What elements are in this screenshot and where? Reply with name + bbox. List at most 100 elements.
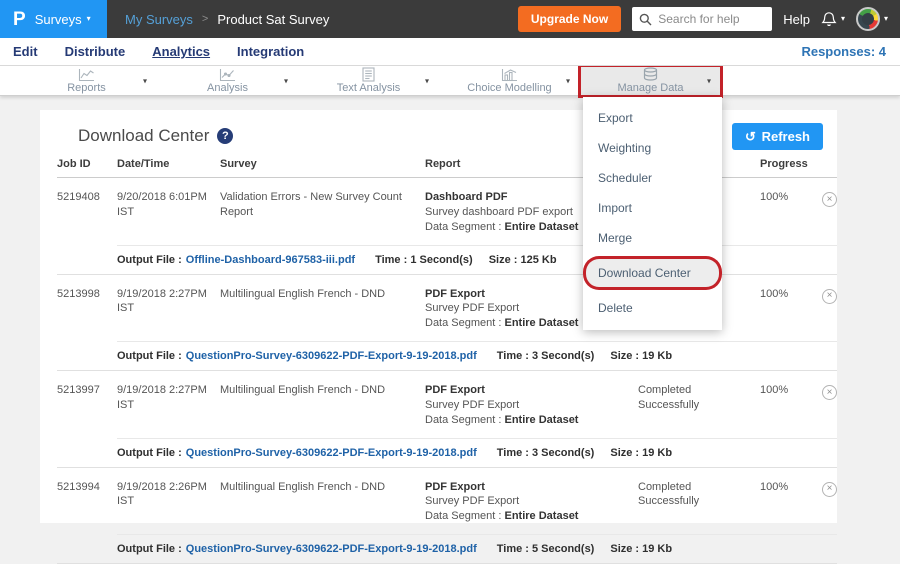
menu-item[interactable]: Weighting — [583, 133, 722, 163]
account-control[interactable]: ▾ — [856, 7, 888, 31]
chevron-down-icon: ▾ — [707, 77, 711, 86]
upgrade-now-button[interactable]: Upgrade Now — [518, 6, 621, 32]
job-id: 5219408 — [57, 190, 117, 235]
chevron-down-icon: ▾ — [841, 15, 845, 23]
job-progress: 100% — [760, 480, 807, 525]
analysis-line-chart-icon — [219, 68, 236, 82]
menu-item[interactable]: Export — [583, 103, 722, 133]
toolbar-item[interactable]: Analysis ▾ — [157, 66, 298, 96]
nav-tab[interactable]: Edit — [13, 44, 38, 59]
output-file-row: Output File : Offline-Dashboard-967583-i… — [117, 245, 837, 274]
job-datetime: 9/19/2018 2:27PM IST — [117, 383, 220, 428]
output-file-row: Output File : QuestionPro-Survey-6309622… — [117, 534, 837, 563]
menu-item[interactable]: Merge — [583, 223, 722, 253]
toolbar-item[interactable]: Choice Modelling ▾ — [439, 66, 580, 96]
analytics-toolbar: Reports ▾ Analysis ▾ Text Analysis ▾ Cho… — [0, 66, 900, 96]
cancel-job-icon[interactable]: × — [822, 192, 837, 207]
report-description: Survey PDF Export — [425, 494, 626, 509]
output-file-link[interactable]: Offline-Dashboard-967583-iii.pdf — [186, 254, 355, 266]
toolbar-item-label: Manage Data — [617, 83, 683, 94]
job-datetime: 9/19/2018 2:26PM IST — [117, 480, 220, 525]
nav-tab[interactable]: Analytics — [152, 44, 210, 59]
chevron-down-icon: ▾ — [143, 77, 147, 86]
table-row: 5213997 9/19/2018 2:27PM IST Multilingua… — [57, 371, 837, 468]
bell-icon — [821, 11, 837, 27]
job-size: Size : 19 Kb — [610, 447, 672, 459]
job-size: Size : 125 Kb — [489, 254, 557, 266]
toolbar-item[interactable]: Text Analysis ▾ — [298, 66, 439, 96]
toolbar-item[interactable]: Reports ▾ — [16, 66, 157, 96]
avatar — [856, 7, 880, 31]
cancel-job-icon[interactable]: × — [822, 482, 837, 497]
nav-tab[interactable]: Distribute — [65, 44, 126, 59]
header-progress: Progress — [760, 158, 807, 170]
toolbar-item[interactable]: Manage Data ▾ — [580, 66, 721, 96]
job-time: Time : 5 Second(s) — [497, 543, 595, 555]
toolbar-item-label: Reports — [67, 83, 106, 94]
header-datetime: Date/Time — [117, 158, 220, 170]
output-file-row: Output File : QuestionPro-Survey-6309622… — [117, 341, 837, 370]
job-time: Time : 1 Second(s) — [375, 254, 473, 266]
chevron-down-icon: ▾ — [566, 77, 570, 86]
job-datetime: 9/20/2018 6:01PM IST — [117, 190, 220, 235]
choice-modelling-chart-icon — [501, 68, 518, 82]
manage-data-database-icon — [642, 68, 659, 82]
data-segment: Data Segment : Entire Dataset — [425, 509, 626, 524]
app-logo-block: P Surveys ▾ — [0, 0, 107, 38]
page-title: Download Center ? — [78, 126, 233, 146]
top-bar: P Surveys ▾ My Surveys > Product Sat Sur… — [0, 0, 900, 38]
responses-count: Responses: 4 — [801, 44, 886, 59]
header-job-id: Job ID — [57, 158, 117, 170]
job-id: 5213998 — [57, 287, 117, 332]
report-name: PDF Export — [425, 480, 626, 495]
search-input[interactable] — [658, 12, 766, 26]
chevron-down-icon: ▾ — [425, 77, 429, 86]
job-id: 5213994 — [57, 480, 117, 525]
breadcrumb-current-survey: Product Sat Survey — [217, 12, 329, 27]
toolbar-item-label: Analysis — [207, 83, 248, 94]
job-status: Completed Successfully — [638, 480, 760, 525]
job-id: 5213997 — [57, 383, 117, 428]
breadcrumb-separator: > — [202, 13, 208, 25]
chevron-down-icon: ▾ — [87, 15, 91, 23]
job-size: Size : 19 Kb — [610, 350, 672, 362]
menu-item[interactable]: Delete — [583, 293, 722, 323]
job-time: Time : 3 Second(s) — [497, 350, 595, 362]
text-analysis-document-icon — [362, 68, 375, 82]
job-survey: Multilingual English French - DND — [220, 287, 425, 332]
job-survey: Validation Errors - New Survey Count Rep… — [220, 190, 425, 235]
job-status: Completed Successfully — [638, 383, 760, 428]
menu-item[interactable]: Download Center — [586, 259, 719, 287]
cancel-job-icon[interactable]: × — [822, 289, 837, 304]
job-survey: Multilingual English French - DND — [220, 480, 425, 525]
table-row: 5213994 9/19/2018 2:26PM IST Multilingua… — [57, 468, 837, 564]
output-file-link[interactable]: QuestionPro-Survey-6309622-PDF-Export-9-… — [186, 543, 477, 555]
toolbar-item-label: Choice Modelling — [467, 83, 551, 94]
breadcrumb-my-surveys[interactable]: My Surveys — [125, 12, 193, 27]
menu-item[interactable]: Import — [583, 193, 722, 223]
search-icon — [639, 13, 652, 26]
topbar-right-controls: Upgrade Now Help ▾ ▾ — [518, 6, 900, 32]
report-description: Survey PDF Export — [425, 398, 626, 413]
breadcrumb: My Surveys > Product Sat Survey — [125, 12, 329, 27]
output-file-link[interactable]: QuestionPro-Survey-6309622-PDF-Export-9-… — [186, 350, 477, 362]
cancel-job-icon[interactable]: × — [822, 385, 837, 400]
job-progress: 100% — [760, 190, 807, 235]
help-tooltip-icon[interactable]: ? — [217, 128, 233, 144]
refresh-button[interactable]: ↻ Refresh — [732, 123, 823, 150]
job-time: Time : 3 Second(s) — [497, 447, 595, 459]
toolbar-item-label: Text Analysis — [337, 83, 401, 94]
data-segment: Data Segment : Entire Dataset — [425, 413, 626, 428]
surveys-product-menu[interactable]: Surveys ▾ — [35, 12, 91, 27]
help-search-box[interactable] — [632, 7, 772, 31]
help-link[interactable]: Help — [783, 12, 810, 27]
job-survey: Multilingual English French - DND — [220, 383, 425, 428]
survey-nav-tabs: Edit Distribute Analytics Integration — [0, 38, 900, 66]
surveys-product-label: Surveys — [35, 12, 82, 27]
avatar-gauge-icon — [862, 13, 874, 25]
menu-item[interactable]: Scheduler — [583, 163, 722, 193]
header-survey: Survey — [220, 158, 425, 170]
output-file-link[interactable]: QuestionPro-Survey-6309622-PDF-Export-9-… — [186, 447, 477, 459]
nav-tab[interactable]: Integration — [237, 44, 304, 59]
notifications-control[interactable]: ▾ — [821, 11, 845, 27]
